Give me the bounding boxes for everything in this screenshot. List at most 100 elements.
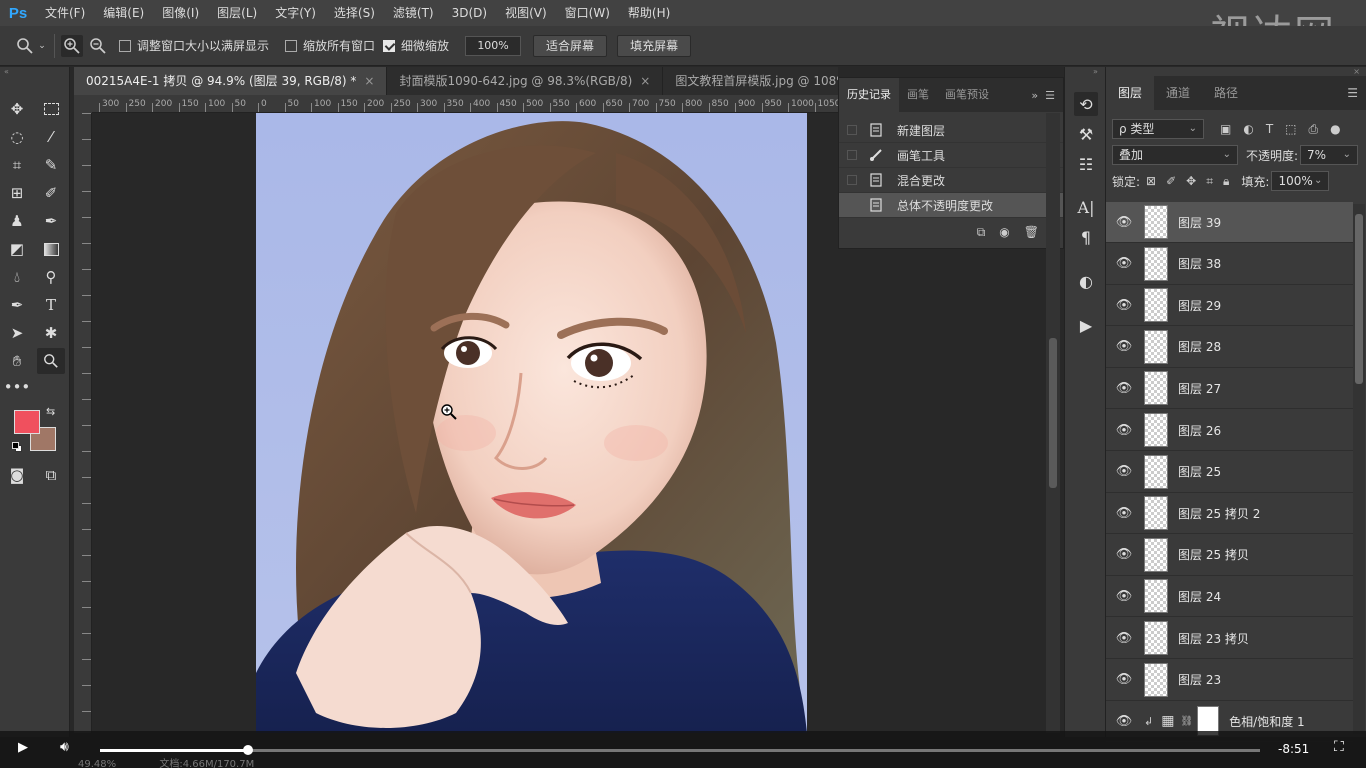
type-filter-icon[interactable]: T — [1266, 122, 1273, 137]
healing-brush-icon[interactable]: ⊞ — [3, 180, 31, 206]
custom-shape-icon[interactable]: ✱ — [37, 320, 65, 346]
fullscreen-icon[interactable]: ⛶ — [1334, 739, 1344, 755]
history-snapshot-box[interactable] — [847, 150, 857, 160]
tab-layers[interactable]: 图层 — [1106, 76, 1155, 110]
history-item[interactable]: 总体不透明度更改 — [839, 193, 1063, 218]
layer-thumbnail[interactable] — [1144, 205, 1168, 239]
zoom-in-icon[interactable] — [61, 34, 83, 57]
visibility-eye-icon[interactable]: 👁︎ — [1106, 631, 1142, 646]
layer-thumbnail[interactable] — [1144, 413, 1168, 447]
visibility-eye-icon[interactable]: 👁︎ — [1106, 547, 1142, 562]
fit-screen-button[interactable]: 适合屏幕 — [533, 34, 608, 57]
visibility-eye-icon[interactable]: 👁︎ — [1106, 589, 1142, 604]
brush-tool-icon[interactable]: ✐ — [37, 180, 65, 206]
visibility-eye-icon[interactable]: 👁︎ — [1106, 339, 1142, 354]
layer-row[interactable]: 👁︎ 图层 26 — [1106, 410, 1353, 451]
dodge-tool-icon[interactable]: ⚲ — [37, 264, 65, 290]
swap-colors-icon[interactable]: ⇆ — [46, 405, 55, 418]
foreground-color-swatch[interactable] — [14, 410, 40, 434]
new-document-from-state-icon[interactable]: ⧉ — [977, 225, 986, 240]
layer-row[interactable]: 👁︎ 图层 27 — [1106, 368, 1353, 410]
layer-name[interactable]: 图层 23 拷贝 — [1178, 630, 1249, 647]
layer-thumbnail[interactable] — [1144, 579, 1168, 614]
history-item[interactable]: 混合更改 — [839, 168, 1063, 193]
menu-item[interactable]: 窗口(W) — [556, 0, 619, 26]
layer-row[interactable]: 👁︎ 图层 28 — [1106, 327, 1353, 368]
vertical-ruler[interactable] — [74, 113, 92, 733]
visibility-eye-icon[interactable]: 👁︎ — [1106, 506, 1142, 521]
close-icon[interactable]: × — [364, 74, 374, 88]
layer-row[interactable]: 👁︎ 图层 25 — [1106, 452, 1353, 493]
visibility-eye-icon[interactable]: 👁︎ — [1106, 464, 1142, 479]
layer-thumbnail[interactable] — [1144, 621, 1168, 655]
eyedropper-icon[interactable]: ✎ — [37, 152, 65, 178]
chevron-down-icon[interactable]: ⌄ — [36, 35, 48, 57]
photoshop-logo[interactable]: Ps — [0, 0, 36, 26]
menu-item[interactable]: 3D(D) — [443, 0, 496, 26]
layer-thumbnail[interactable] — [1144, 454, 1168, 489]
panel-collapse-handle[interactable]: » — [1093, 67, 1098, 76]
menu-item[interactable]: 编辑(E) — [94, 0, 153, 26]
layer-name[interactable]: 图层 25 拷贝 2 — [1178, 505, 1260, 522]
layer-row[interactable]: 👁︎ 图层 23 拷贝 — [1106, 618, 1353, 659]
layer-thumbnail[interactable] — [1144, 246, 1168, 281]
history-snapshot-box[interactable] — [847, 200, 857, 210]
menu-item[interactable]: 图层(L) — [208, 0, 266, 26]
play-icon[interactable]: ▶ — [18, 740, 28, 755]
layer-name[interactable]: 图层 38 — [1178, 255, 1221, 272]
gradient-tool-icon[interactable] — [37, 236, 65, 262]
layer-row[interactable]: 👁︎ 图层 39 — [1106, 202, 1353, 243]
blend-mode-select[interactable]: 叠加 ⌄ — [1112, 145, 1238, 165]
history-item[interactable]: 画笔工具 — [839, 143, 1063, 168]
layer-row[interactable]: 👁︎ 图层 23 — [1106, 660, 1353, 701]
pixel-filter-icon[interactable]: ▣ — [1220, 122, 1231, 137]
brush-panel-icon[interactable]: ⚒ — [1074, 122, 1098, 146]
checkbox-box[interactable] — [383, 39, 396, 52]
adjustment-filter-icon[interactable]: ◐ — [1243, 122, 1253, 137]
fill-screen-button[interactable]: 填充屏幕 — [617, 34, 692, 57]
layer-row[interactable]: 👁︎ 图层 24 — [1106, 576, 1353, 618]
horizontal-ruler[interactable]: 300 250 200 150 100 50 0 50 100 150 200 250 300 350 40… — [92, 95, 840, 113]
panel-menu-icon[interactable]: ☰ — [1347, 86, 1366, 100]
shape-filter-icon[interactable]: ⬚ — [1285, 122, 1296, 137]
panel-collapse-handle[interactable]: × — [1353, 67, 1360, 76]
scrubby-zoom-checkbox[interactable]: 细微缩放 — [383, 37, 449, 54]
history-snapshot-box[interactable] — [847, 175, 857, 185]
lasso-tool-icon[interactable]: ◌ — [3, 124, 31, 150]
scrollbar-thumb[interactable] — [1355, 214, 1363, 384]
layer-thumbnail[interactable] — [1144, 371, 1168, 406]
menu-item[interactable]: 选择(S) — [325, 0, 384, 26]
menu-item[interactable]: 帮助(H) — [619, 0, 679, 26]
visibility-eye-icon[interactable]: 👁︎ — [1106, 714, 1142, 729]
pen-tool-icon[interactable]: ✒︎ — [3, 292, 31, 318]
crop-tool-icon[interactable]: ⌗ — [3, 152, 31, 178]
visibility-eye-icon[interactable]: 👁︎ — [1106, 215, 1142, 230]
more-tools-icon[interactable]: ••• — [3, 374, 31, 400]
history-panel-icon[interactable]: ⟲ — [1074, 92, 1098, 116]
move-tool-icon[interactable]: ✥ — [3, 96, 31, 122]
visibility-eye-icon[interactable]: 👁︎ — [1106, 256, 1142, 271]
layer-row[interactable]: 👁︎ 图层 38 — [1106, 244, 1353, 285]
actions-play-icon[interactable]: ▶ — [1074, 313, 1098, 337]
path-selection-icon[interactable]: ➤ — [3, 320, 31, 346]
panel-collapse-handle[interactable]: « — [4, 67, 66, 76]
zoom-tool-icon[interactable] — [14, 35, 36, 57]
zoom-value-field[interactable]: 100% — [465, 35, 522, 56]
video-progress-knob[interactable] — [243, 745, 253, 755]
zoom-tool-icon[interactable] — [37, 348, 65, 374]
link-chain-icon[interactable]: ⛓ — [1180, 716, 1193, 727]
tab-paths[interactable]: 路径 — [1202, 76, 1250, 110]
history-brush-icon[interactable]: ✒ — [37, 208, 65, 234]
type-tool-icon[interactable]: T — [37, 292, 65, 318]
document-tab[interactable]: 00215A4E-1 拷贝 @ 94.9% (图层 39, RGB/8) * × — [74, 67, 388, 95]
panel-menu-icon[interactable]: » ☰ — [1031, 89, 1063, 102]
opacity-field[interactable]: 7% ⌄ — [1300, 145, 1359, 165]
volume-icon[interactable]: 🔊︎ — [60, 739, 69, 755]
layer-row[interactable]: 👁︎ 图层 29 — [1106, 285, 1353, 327]
layer-row[interactable]: 👁︎ 图层 25 拷贝 2 — [1106, 493, 1353, 535]
layer-thumbnail[interactable] — [1144, 537, 1168, 572]
lock-all-icon[interactable]: 🔒︎ — [1223, 174, 1229, 189]
paragraph-panel-icon[interactable]: ¶ — [1074, 225, 1098, 249]
visibility-eye-icon[interactable]: 👁︎ — [1106, 381, 1142, 396]
layer-thumbnail[interactable] — [1144, 288, 1168, 323]
